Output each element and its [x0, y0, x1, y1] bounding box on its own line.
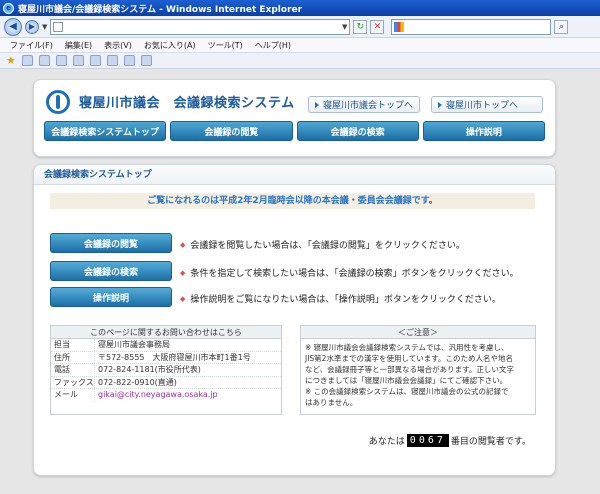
contact-table: このページに関するお問い合わせはこちら 担当 寝屋川市議会事務局 住所 〒572… — [50, 325, 282, 415]
search-input[interactable] — [391, 18, 552, 35]
caution-box: ＜ご注意＞ ※ 寝屋川市議会会議録検索システムでは、汎用性を考慮し、 JIS第2… — [300, 325, 536, 415]
menu-bar: ファイル(F) 編集(E) 表示(V) お気に入り(A) ツール(T) ヘルプ(… — [0, 38, 600, 53]
menu-view[interactable]: 表示(V) — [104, 40, 132, 51]
bullet-icon: ◆ — [180, 240, 186, 249]
help-button[interactable]: 操作説明 — [50, 287, 172, 307]
caution-heading: ＜ご注意＞ — [301, 326, 535, 339]
favorites-star-icon[interactable]: ★ — [6, 55, 16, 66]
email-link[interactable]: gikai@city.neyagawa.osaka.jp — [95, 389, 218, 402]
page-icon — [53, 21, 64, 32]
menu-help[interactable]: ヘルプ(H) — [255, 40, 291, 51]
table-row: ファックス 072-822-0910(直通) — [51, 376, 281, 389]
main-nav: 会議録検索システムトップ 会議録の閲覧 会議録の検索 操作説明 — [44, 121, 545, 141]
table-row: メール gikai@city.neyagawa.osaka.jp — [51, 389, 281, 402]
table-row: 電話 072-824-1181(市役所代表) — [51, 364, 281, 377]
url-input[interactable]: ▼ — [50, 18, 351, 35]
ie-logo-icon: e — [3, 2, 14, 14]
site-title: 寝屋川市議会 会議録検索システム — [79, 96, 295, 111]
arrow-right-icon — [438, 101, 442, 108]
table-row: 担当 寝屋川市議会事務局 — [51, 339, 281, 352]
menu-edit[interactable]: 編集(E) — [65, 40, 92, 51]
forward-icon[interactable]: ▶ — [25, 19, 39, 34]
search-description: ◆ 条件を指定して検索したい場合は、「会議録の検索」ボタンをクリックください。 — [180, 268, 519, 280]
menu-file[interactable]: ファイル(F) — [10, 40, 53, 51]
site-header: 寝屋川市議会 会議録検索システム 寝屋川市議会トップへ 寝屋川市トップへ 会議録… — [33, 79, 556, 157]
menu-tools[interactable]: ツール(T) — [208, 40, 243, 51]
url-dropdown-icon[interactable]: ▼ — [342, 23, 347, 31]
tab-help[interactable]: 操作説明 — [422, 121, 545, 141]
counter-digits: 0067 — [406, 434, 449, 447]
browse-button[interactable]: 会議録の閲覧 — [50, 233, 172, 253]
city-top-link[interactable]: 寝屋川市トップへ — [431, 96, 543, 113]
print-icon[interactable] — [72, 55, 84, 66]
caution-text: ※ 寝屋川市議会会議録検索システムでは、汎用性を考慮し、 JIS第2水準までの漢… — [305, 343, 514, 407]
research-icon[interactable] — [140, 55, 152, 66]
window-titlebar: e 寝屋川市議会/会議録検索システム - Windows Internet Ex… — [0, 0, 600, 16]
help-description: ◆ 操作説明をご覧になりたい場合は、「操作説明」ボタンをクリックください。 — [180, 294, 501, 306]
search-button[interactable]: 会議録の検索 — [50, 261, 172, 281]
bullet-icon: ◆ — [180, 268, 186, 277]
back-icon[interactable]: ◀ — [4, 17, 22, 36]
tools-menu-icon[interactable] — [106, 55, 118, 66]
window-title: 寝屋川市議会/会議録検索システム - Windows Internet Expl… — [18, 4, 303, 15]
search-icon[interactable]: ⌕ — [554, 19, 569, 34]
council-top-link[interactable]: 寝屋川市議会トップへ — [308, 96, 420, 113]
city-emblem-icon — [46, 90, 70, 114]
history-dropdown-icon[interactable]: ▼ — [42, 23, 47, 31]
add-favorites-icon[interactable] — [21, 55, 33, 66]
stop-icon[interactable]: ✕ — [370, 19, 385, 34]
contact-heading: このページに関するお問い合わせはこちら — [51, 326, 281, 339]
refresh-icon[interactable]: ↻ — [353, 19, 368, 34]
menu-favorites[interactable]: お気に入り(A) — [144, 40, 196, 51]
arrow-right-icon — [315, 101, 319, 108]
help-menu-icon[interactable] — [123, 55, 135, 66]
page-viewport: 寝屋川市議会 会議録検索システム 寝屋川市議会トップへ 寝屋川市トップへ 会議録… — [0, 69, 600, 494]
tab-system-top[interactable]: 会議録検索システムトップ — [44, 121, 167, 141]
command-toolbar: ★ — [0, 53, 600, 69]
browse-description: ◆ 会議録を閲覧したい場合は、「会議録の閲覧」をクリックください。 — [180, 240, 465, 252]
notice-banner: ご覧になれるのは平成2年2月臨時会以降の本会議・委員会会議録です。 — [50, 193, 535, 209]
home-icon[interactable] — [38, 55, 50, 66]
address-bar: ◀ ▶ ▼ ▼ ↻ ✕ ⌕ — [0, 16, 600, 38]
visitor-counter: あなたは 0067 番目の閲覧者です。 — [368, 434, 531, 447]
google-icon — [394, 21, 405, 32]
section-heading: 会議録検索システムトップ — [34, 165, 555, 185]
bullet-icon: ◆ — [180, 294, 186, 303]
table-row: 住所 〒572-8555 大阪府寝屋川市本町1番1号 — [51, 351, 281, 364]
feeds-icon[interactable] — [55, 55, 67, 66]
tab-browse[interactable]: 会議録の閲覧 — [170, 121, 293, 141]
page-menu-icon[interactable] — [89, 55, 101, 66]
main-content: 会議録検索システムトップ ご覧になれるのは平成2年2月臨時会以降の本会議・委員会… — [33, 164, 556, 476]
tab-search[interactable]: 会議録の検索 — [296, 121, 419, 141]
